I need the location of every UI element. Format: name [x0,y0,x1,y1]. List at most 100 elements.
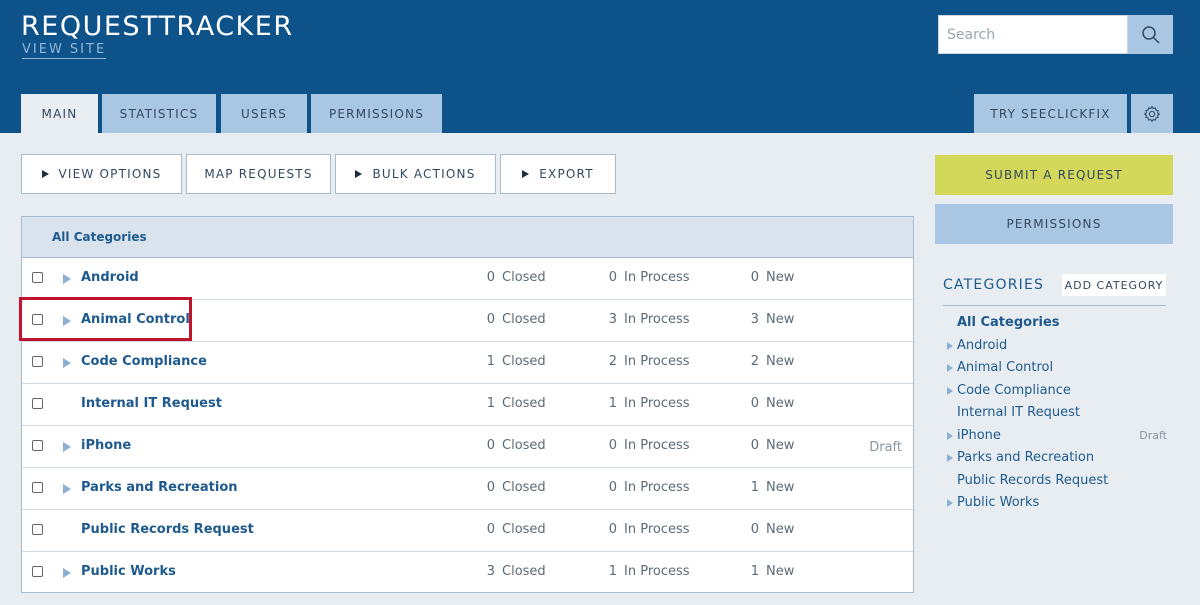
expand-arrow-icon [947,499,953,507]
in-process-count: 1 [608,396,617,411]
table-row: Code Compliance 1 Closed 2 In Process 2 New [22,342,913,384]
category-link[interactable]: Public Records Request [81,522,254,537]
all-categories-heading[interactable]: All Categories [52,230,147,244]
closed-count: 1 [486,354,495,369]
in-process-label: In Process [624,480,690,495]
sidebar-category-label: Android [957,337,1008,353]
row-checkbox[interactable] [32,566,43,577]
submit-request-button[interactable]: SUBMIT A REQUEST [935,155,1173,195]
closed-count: 0 [486,312,495,327]
new-label: New [766,564,795,579]
new-count: 2 [750,354,759,369]
tab-main[interactable]: MAIN [21,94,98,133]
sidebar-category-label: Parks and Recreation [957,450,1095,465]
closed-count: 0 [486,270,495,285]
sidebar-category-item[interactable]: iPhone Draft [945,426,1167,449]
permissions-button[interactable]: PERMISSIONS [935,204,1173,244]
expand-arrow-icon[interactable] [63,442,71,452]
highlight-box [19,297,192,341]
expand-arrow-icon[interactable] [63,358,71,368]
category-link[interactable]: Code Compliance [81,354,207,369]
map-requests-button[interactable]: MAP REQUESTS [186,154,331,194]
in-process-label: In Process [624,564,690,579]
sidebar-category-label: Animal Control [957,360,1054,375]
search-input[interactable] [938,15,1128,54]
sidebar-category-item[interactable]: Code Compliance [945,381,1167,404]
divider [943,305,1166,306]
tab-users[interactable]: USERS [221,94,307,133]
table-row: Public Records Request 0 Closed 0 In Process… [22,510,913,552]
row-checkbox[interactable] [32,356,43,367]
category-link[interactable]: Android [81,270,139,285]
in-process-count: 2 [608,354,617,369]
tab-permissions[interactable]: PERMISSIONS [311,94,442,133]
sidebar-category-item[interactable]: Public Works [945,493,1167,516]
tab-statistics[interactable]: STATISTICS [102,94,216,133]
sidebar-category-label: Public Works [957,495,1040,510]
row-checkbox[interactable] [32,482,43,493]
table-row: Internal IT Request 1 Closed 1 In Process 0 Ne… [22,384,913,426]
sidebar-category-item[interactable]: Android [945,336,1167,359]
try-seeclickfix-tab[interactable]: TRY SEECLICKFIX [974,94,1127,133]
search-button[interactable] [1128,15,1173,54]
sidebar-category-label: All Categories [957,315,1060,330]
view-site-link[interactable]: VIEW SITE [22,42,107,59]
closed-label: Closed [502,438,546,453]
closed-label: Closed [502,564,546,579]
table-row: Parks and Recreation 0 Closed 0 In Process 1 N… [22,468,913,510]
add-category-button[interactable]: ADD CATEGORY [1062,274,1166,296]
expand-arrow-icon[interactable] [63,568,71,578]
bulk-actions-label: BULK ACTIONS [372,167,476,181]
in-process-count: 1 [608,564,617,579]
closed-label: Closed [502,396,546,411]
table-row: Android 0 Closed 0 In Process 0 New [22,258,913,300]
new-label: New [766,270,795,285]
in-process-label: In Process [624,312,690,327]
sidebar-category-item[interactable]: Internal IT Request [945,403,1167,426]
in-process-label: In Process [624,270,690,285]
table-row: Public Works 3 Closed 1 In Process 1 New [22,552,913,594]
export-label: EXPORT [539,167,594,181]
sidebar-category-item[interactable]: Parks and Recreation [945,448,1167,471]
search-icon [1141,25,1160,44]
closed-count: 0 [486,522,495,537]
sidebar-category-label: Internal IT Request [957,405,1080,420]
new-count: 3 [750,312,759,327]
new-count: 0 [750,522,759,537]
row-checkbox[interactable] [32,398,43,409]
category-link[interactable]: iPhone [81,438,131,453]
sidebar-category-list: All Categories Android Animal Control Code … [945,313,1167,516]
expand-arrow-icon[interactable] [63,274,71,284]
expand-arrow-icon[interactable] [63,484,71,494]
view-options-button[interactable]: VIEW OPTIONS [21,154,182,194]
row-checkbox[interactable] [32,440,43,451]
settings-button[interactable] [1131,94,1173,133]
row-checkbox[interactable] [32,272,43,283]
map-requests-label: MAP REQUESTS [204,167,313,181]
new-label: New [766,438,795,453]
expand-arrow-icon [947,454,953,462]
new-count: 0 [750,438,759,453]
sidebar-category-item[interactable]: Public Records Request [945,471,1167,494]
category-link[interactable]: Parks and Recreation [81,480,238,495]
category-link[interactable]: Public Works [81,564,176,579]
search-box [938,15,1173,54]
gear-icon [1143,105,1161,122]
row-checkbox[interactable] [32,524,43,535]
table-row: iPhone 0 Closed 0 In Process 0 New Draft [22,426,913,468]
new-label: New [766,354,795,369]
sidebar-category-label: iPhone [957,427,1001,443]
categories-heading: CATEGORIES [943,277,1045,293]
sidebar-category-item[interactable]: All Categories [945,313,1167,336]
in-process-label: In Process [624,522,690,537]
new-count: 1 [750,480,759,495]
sidebar-category-label: Public Records Request [957,472,1109,488]
in-process-count: 0 [608,438,617,453]
bulk-actions-button[interactable]: BULK ACTIONS [335,154,496,194]
export-button[interactable]: EXPORT [500,154,616,194]
category-link[interactable]: Internal IT Request [81,396,222,411]
view-options-label: VIEW OPTIONS [58,167,162,181]
in-process-label: In Process [624,438,690,453]
closed-count: 1 [486,396,495,411]
sidebar-category-item[interactable]: Animal Control [945,358,1167,381]
